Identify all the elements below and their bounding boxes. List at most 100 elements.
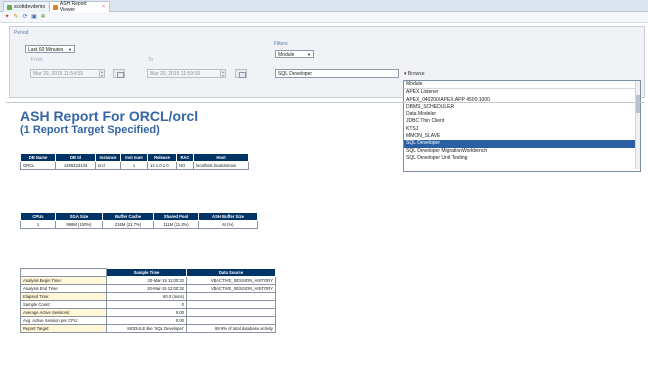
table-cell: 0	[106, 300, 187, 309]
module-dropdown-list[interactable]: Module APEX Listener APEX_040200/APEX:APP …	[403, 80, 641, 172]
to-calendar-button[interactable]	[235, 69, 247, 78]
table-cell: 1365223133	[55, 161, 96, 170]
table-cell: V$ACTIVE_SESSION_HISTORY	[186, 276, 276, 285]
table-cell	[186, 292, 276, 301]
from-label: From	[31, 57, 43, 63]
table-row: 1 996M (100%) 216M (21.7%) 111M (11.2%) …	[20, 220, 258, 229]
editor-tab-bar: scottdevdemo × ASH Report Viewer ×	[0, 0, 648, 13]
memory-info-table: CPUs SGA Size Buffer Cache Shared Pool A…	[20, 212, 258, 229]
chevron-down-icon: ▼	[307, 52, 311, 57]
table-cell: Analysis Begin Time:	[20, 276, 107, 285]
table-cell: 0.00	[106, 308, 187, 317]
filters-label: Filters	[274, 41, 288, 47]
table-cell: Elapsed Time:	[20, 292, 107, 301]
tab-ash-report-viewer[interactable]: ASH Report Viewer ×	[49, 1, 110, 13]
save-icon[interactable]: ▣	[31, 14, 37, 20]
col-header: Sample Time	[106, 268, 187, 277]
report-icon	[53, 4, 58, 10]
table-cell: Sample Count:	[20, 300, 107, 309]
dropdown-item[interactable]: SQL Developer MigrationWorkbench	[404, 148, 640, 155]
gear-icon[interactable]: ✲	[40, 14, 46, 20]
col-header: ASH Buffer Size	[198, 212, 258, 221]
period-range-value: Last 60 Minutes	[28, 47, 64, 53]
dropdown-item[interactable]: KTSJ	[404, 126, 640, 133]
toolbar: ✦ ✎ ⟳ ▣ ✲	[0, 12, 648, 23]
table-row: Elapsed Time: 60.0 (mins)	[20, 292, 276, 301]
table-cell: 216M (21.7%)	[102, 220, 154, 229]
db-info-table: DB Name DB Id Instance Inst num Release …	[20, 153, 249, 170]
table-cell: Avg. Active Session per CPU:	[20, 316, 107, 325]
period-range-select[interactable]: Last 60 Minutes ▼	[25, 45, 75, 53]
dropdown-item[interactable]: SQL Developer	[404, 140, 640, 148]
col-header: Inst num	[120, 153, 148, 162]
filter-value-text: SQL Developer	[278, 71, 312, 77]
browse-button[interactable]: ▾ Browse	[404, 70, 440, 78]
report-title: ASH Report For ORCL/orcl	[20, 108, 199, 124]
from-date-value: Mar 20, 2015 11:54:59	[33, 71, 83, 77]
col-header: Release	[147, 153, 177, 162]
from-spinner[interactable]: ▲ ▼	[99, 69, 105, 78]
report-separator	[6, 102, 644, 103]
col-header: RAC	[176, 153, 194, 162]
pin-icon[interactable]: ✦	[4, 14, 10, 20]
edit-icon[interactable]: ✎	[13, 14, 19, 20]
scrollbar-thumb[interactable]	[636, 95, 640, 113]
table-cell: 111M (11.2%)	[153, 220, 199, 229]
filter-type-select[interactable]: Module ▼	[275, 50, 314, 58]
table-cell: 12.1.0.1.0	[147, 161, 177, 170]
chevron-down-icon: ▼	[68, 47, 72, 52]
col-header: Shared Pool	[153, 212, 199, 221]
dropdown-scrollbar[interactable]	[635, 81, 640, 169]
col-header: Instance	[95, 153, 121, 162]
table-cell: 996M (100%)	[55, 220, 103, 229]
table-cell	[186, 316, 276, 325]
filter-value-input[interactable]: SQL Developer	[275, 69, 399, 78]
connection-icon	[7, 4, 12, 10]
table-cell: orcl	[95, 161, 121, 170]
dropdown-item[interactable]: APEX Listener	[404, 89, 640, 96]
close-icon[interactable]: ×	[102, 4, 105, 10]
col-header: DB Name	[20, 153, 56, 162]
to-spinner[interactable]: ▲ ▼	[220, 69, 226, 78]
table-header-row: DB Name DB Id Instance Inst num Release …	[20, 153, 249, 162]
dropdown-item[interactable]: DBMS_SCHEDULER	[404, 104, 640, 111]
table-row: Report Target: MODULE like 'SQL Developer…	[20, 324, 276, 333]
table-cell: 88.9% of total database activity	[186, 324, 276, 333]
table-cell: V$ACTIVE_SESSION_HISTORY	[186, 284, 276, 293]
table-cell: 1	[20, 220, 56, 229]
from-calendar-button[interactable]	[113, 69, 125, 78]
refresh-icon[interactable]: ⟳	[22, 14, 28, 20]
table-cell: 60.0 (mins)	[106, 292, 187, 301]
analysis-table: Sample Time Data Source Analysis Begin T…	[20, 268, 276, 333]
table-cell: ORCL	[20, 161, 56, 170]
col-header: Data Source	[186, 268, 276, 277]
to-date-value: Mar 20, 2015 11:59:59	[150, 71, 200, 77]
col-header: Host	[193, 153, 249, 162]
table-cell: 20-Mar-15 11:00:32	[106, 276, 187, 285]
dropdown-item[interactable]: Data Modeler	[404, 111, 640, 118]
table-row: Analysis End Time: 20-Mar-15 12:00:32 V$AC…	[20, 284, 276, 293]
table-cell: Average Active Sessions:	[20, 308, 107, 317]
period-label: Period	[14, 30, 29, 36]
table-cell: M (%)	[198, 220, 258, 229]
dropdown-item[interactable]: MMON_SLAVE	[404, 133, 640, 140]
dropdown-item[interactable]: JDBC Thin Client	[404, 118, 640, 125]
table-cell: MODULE like 'SQL Developer'	[106, 324, 187, 333]
to-date-input[interactable]: Mar 20, 2015 11:59:59	[147, 69, 221, 78]
table-row: Analysis Begin Time: 20-Mar-15 11:00:32 V$…	[20, 276, 276, 285]
table-cell: localhost.localdomain	[193, 161, 249, 170]
table-cell: Analysis End Time:	[20, 284, 107, 293]
filter-type-value: Module	[278, 52, 295, 58]
table-row: Sample Count: 0	[20, 300, 276, 309]
table-cell: 1	[120, 161, 148, 170]
col-header: CPUs	[20, 212, 56, 221]
table-row: ORCL 1365223133 orcl 1 12.1.0.1.0 NO loc…	[20, 161, 249, 170]
table-cell: 0.00	[106, 316, 187, 325]
table-cell: NO	[176, 161, 194, 170]
table-cell	[186, 300, 276, 309]
col-header-blank	[20, 268, 107, 277]
from-date-input[interactable]: Mar 20, 2015 11:54:59	[30, 69, 100, 78]
report-subtitle: (1 Report Target Specified)	[20, 124, 160, 136]
dropdown-item[interactable]: SQL Developer Unit Testing	[404, 155, 640, 162]
dropdown-item[interactable]: Module	[404, 81, 640, 90]
